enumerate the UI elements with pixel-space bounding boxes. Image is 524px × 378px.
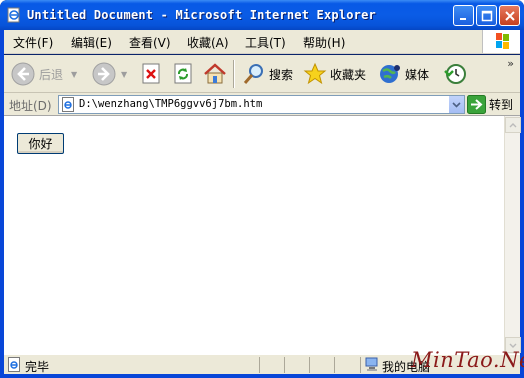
page-icon	[62, 97, 74, 112]
star-icon	[303, 62, 327, 85]
history-button[interactable]	[442, 58, 468, 90]
standard-toolbar: 后退 ▼ ▼ 搜索 收藏夹 媒体 »	[4, 55, 520, 93]
go-arrow-icon	[467, 95, 486, 114]
menu-edit[interactable]: 编辑(E)	[71, 34, 112, 51]
home-icon	[204, 63, 226, 84]
history-icon	[444, 64, 466, 84]
window-frame-right	[520, 30, 524, 378]
chevron-down-icon	[509, 343, 517, 348]
my-computer-icon	[365, 357, 378, 371]
menu-help[interactable]: 帮助(H)	[303, 34, 345, 51]
home-button[interactable]	[202, 58, 228, 90]
title-bar[interactable]: Untitled Document - Microsoft Internet E…	[0, 0, 524, 30]
menu-tools[interactable]: 工具(T)	[245, 34, 286, 51]
address-label: 地址(D)	[9, 99, 52, 113]
toolbar-separator	[233, 60, 235, 88]
stop-button[interactable]	[140, 58, 164, 90]
status-divider	[259, 357, 260, 373]
minimize-button[interactable]	[453, 5, 474, 26]
address-url: D:\wenzhang\TMP6ggvv6j7bm.htm	[79, 98, 263, 110]
refresh-icon	[174, 63, 192, 84]
media-label: 媒体	[405, 67, 430, 82]
back-label: 后退	[39, 67, 64, 82]
status-divider	[360, 357, 361, 373]
forward-dropdown-arrow[interactable]: ▼	[121, 70, 127, 79]
ie-document-icon	[7, 7, 20, 23]
status-divider	[309, 357, 310, 373]
search-icon	[243, 64, 263, 84]
menu-favorites[interactable]: 收藏(A)	[187, 34, 229, 51]
toolbar-overflow-chevron[interactable]: »	[507, 57, 514, 70]
forward-button[interactable]: ▼	[91, 58, 127, 90]
ie-window: Untitled Document - Microsoft Internet E…	[0, 0, 524, 378]
refresh-button[interactable]	[172, 58, 196, 90]
window-frame-bottom	[0, 374, 524, 378]
page-content: 你好	[4, 116, 504, 354]
minimize-icon	[459, 17, 466, 20]
hello-button[interactable]: 你好	[17, 133, 64, 154]
search-button[interactable]: 搜索	[242, 58, 293, 90]
status-divider	[284, 357, 285, 373]
close-icon	[504, 10, 515, 21]
go-label: 转到	[489, 98, 514, 112]
back-dropdown-arrow[interactable]: ▼	[71, 70, 77, 79]
maximize-button[interactable]	[476, 5, 497, 26]
scroll-up-button[interactable]	[505, 117, 521, 133]
status-page-icon	[8, 357, 20, 372]
forward-arrow-icon	[92, 62, 116, 86]
media-globe-icon	[380, 65, 400, 83]
go-button[interactable]: 转到	[467, 95, 513, 114]
back-button[interactable]: 后退 ▼	[10, 58, 77, 90]
address-dropdown-button[interactable]	[448, 96, 464, 113]
status-text: 完毕	[25, 360, 50, 374]
favorites-label: 收藏夹	[330, 67, 367, 82]
vertical-scrollbar[interactable]	[504, 116, 521, 354]
window-title: Untitled Document - Microsoft Internet E…	[27, 8, 376, 22]
status-divider	[334, 357, 335, 373]
chevron-up-icon	[509, 122, 517, 127]
maximize-icon	[481, 10, 492, 21]
windows-flag-icon	[496, 33, 509, 49]
menu-file[interactable]: 文件(F)	[13, 34, 53, 51]
watermark-text: MinTao.Net	[411, 348, 524, 372]
address-input[interactable]: D:\wenzhang\TMP6ggvv6j7bm.htm	[58, 95, 465, 114]
stop-icon	[142, 63, 160, 84]
menu-view[interactable]: 查看(V)	[129, 34, 171, 51]
chevron-down-icon	[452, 101, 461, 108]
menu-bar: 文件(F) 编辑(E) 查看(V) 收藏(A) 工具(T) 帮助(H)	[4, 30, 520, 54]
search-label: 搜索	[269, 67, 294, 82]
address-bar: 地址(D) D:\wenzhang\TMP6ggvv6j7bm.htm 转到	[4, 93, 520, 116]
windows-logo	[482, 30, 520, 53]
back-arrow-icon	[11, 62, 35, 86]
media-button[interactable]: 媒体	[378, 58, 429, 90]
favorites-button[interactable]: 收藏夹	[303, 58, 366, 90]
close-button[interactable]	[499, 5, 520, 26]
